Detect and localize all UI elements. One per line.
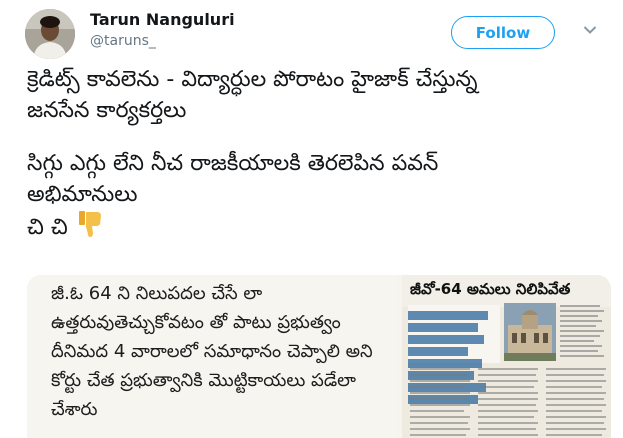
news-photo xyxy=(504,303,556,361)
media-line: కోర్టు చేత ప్రభుత్వానికి మొట్టికాయలు పడే… xyxy=(51,370,357,391)
tweet-line: అభిమానులు xyxy=(27,182,138,207)
tweet-line: సిగ్గు ఎగ్గు లేని నీచ రాజకీయాలకి తెరలెపి… xyxy=(27,151,439,176)
media-line: చేశారు xyxy=(51,399,98,420)
tweet-media[interactable]: జీ.ఓ 64 ని నిలుపదల చేసే లా ఉత్తరువుతెచ్చ… xyxy=(27,275,611,438)
tweet-line: చి చి xyxy=(27,215,68,240)
newspaper-clipping: జీవో-64 అమలు నిలిపివేత xyxy=(402,275,611,438)
user-name[interactable]: Tarun Nanguluri xyxy=(90,10,235,29)
media-line: దీనిమద 4 వారాలలో సమాధానం చెప్పాలి అని xyxy=(51,341,373,362)
avatar[interactable] xyxy=(25,9,75,59)
follow-button[interactable]: Follow xyxy=(451,16,555,49)
tweet-line: జనసేన కార్యకర్తలు xyxy=(27,98,187,123)
tweet-line: క్రెడిట్స్ కావలెను - విద్యార్ధుల పోరాటం … xyxy=(27,67,478,92)
news-body-text xyxy=(408,365,608,438)
tweet-text: క్రెడిట్స్ కావలెను - విద్యార్ధుల పోరాటం … xyxy=(27,64,617,241)
tweet-line-last: చి చి xyxy=(27,210,617,241)
news-column xyxy=(560,305,608,360)
thumbs-down-icon xyxy=(78,211,101,237)
media-text-panel: జీ.ఓ 64 ని నిలుపదల చేసే లా ఉత్తరువుతెచ్చ… xyxy=(27,275,397,438)
chevron-down-icon[interactable] xyxy=(583,25,597,35)
follow-button-label: Follow xyxy=(475,23,531,42)
media-line: ఉత్తరువుతెచ్చుకోవటం తో పాటు ప్రభుత్వం xyxy=(51,312,341,333)
news-bullets xyxy=(408,305,500,404)
news-text-lines xyxy=(410,368,606,436)
avatar-photo xyxy=(25,9,75,59)
media-line: జీ.ఓ 64 ని నిలుపదల చేసే లా xyxy=(51,283,263,304)
user-handle[interactable]: @taruns_ xyxy=(90,33,156,49)
